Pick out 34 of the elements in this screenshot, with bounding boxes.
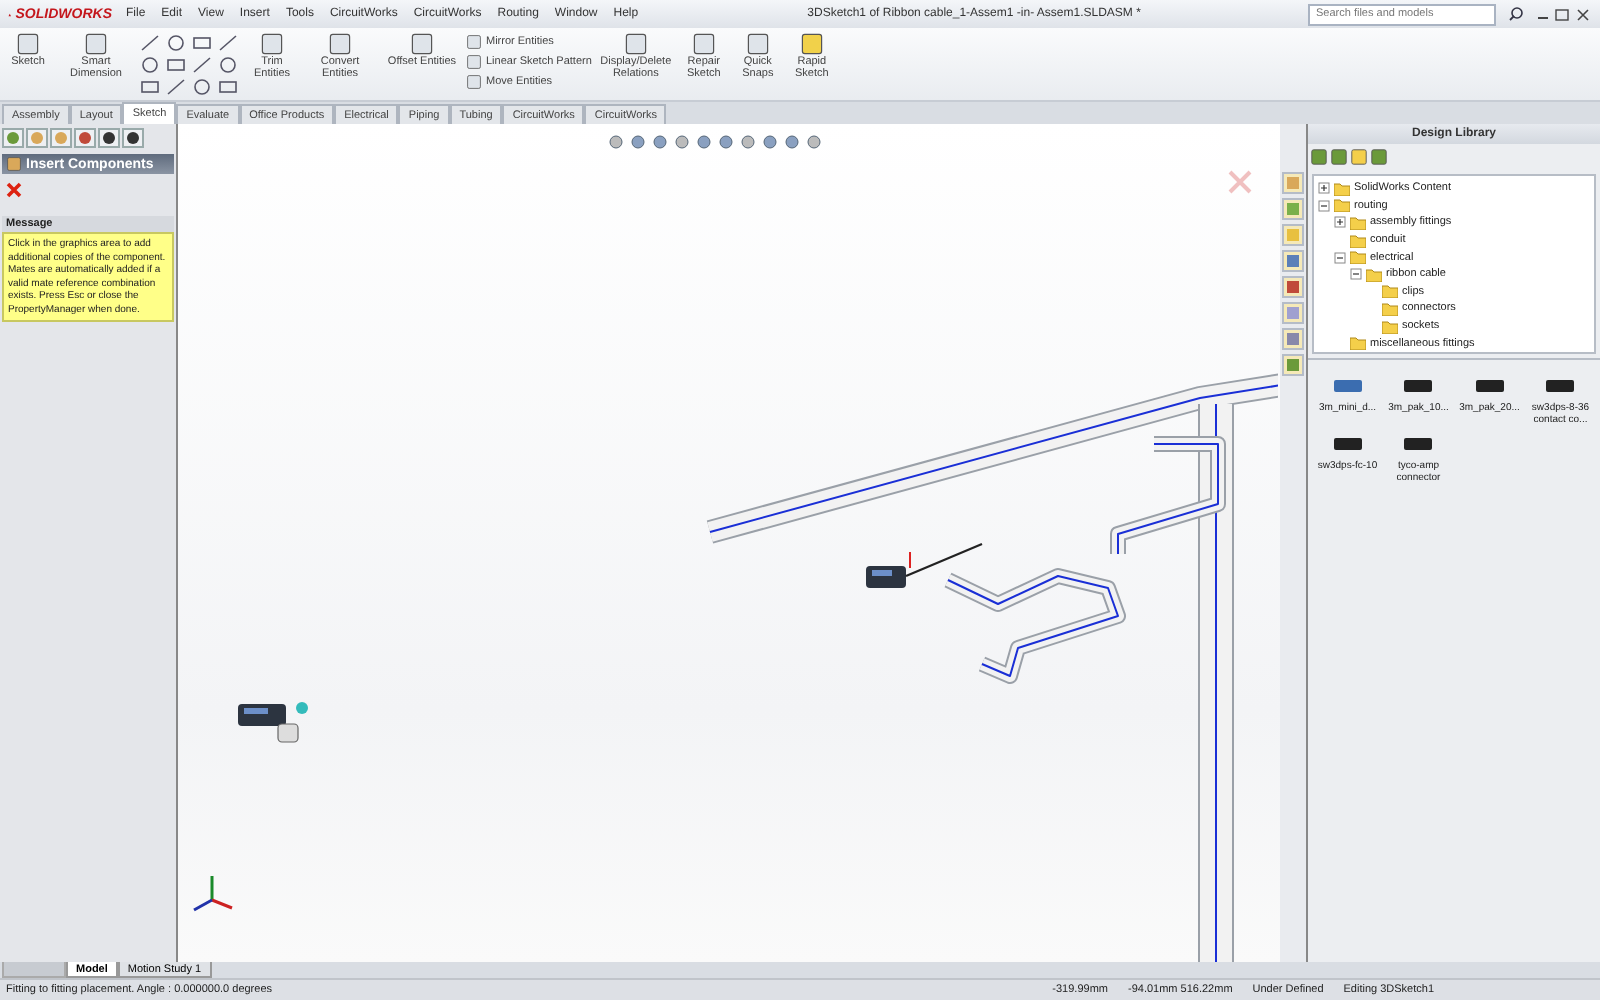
tool-icon (260, 32, 284, 56)
collapse-icon[interactable] (1350, 268, 1362, 281)
search-icon[interactable] (1508, 6, 1524, 22)
component-drawing (238, 702, 308, 743)
connector-thumbnail[interactable] (1402, 376, 1435, 396)
connector-thumbnail[interactable] (1473, 376, 1506, 396)
task-pane-tab[interactable] (1282, 328, 1304, 350)
panel-tab-icon[interactable] (98, 128, 120, 148)
tool-icon (745, 32, 770, 56)
connector-thumbnail[interactable] (1544, 376, 1577, 396)
tool-icon (16, 32, 40, 56)
component-icon (6, 156, 22, 172)
task-pane-tab[interactable] (1282, 276, 1304, 298)
tool-icon (328, 32, 352, 56)
close-icon[interactable] (6, 182, 22, 198)
connector-drawing (866, 542, 983, 588)
connector-thumbnail[interactable] (1402, 434, 1435, 454)
panel-tab-icon[interactable] (122, 128, 144, 148)
tool-icon (623, 32, 648, 56)
collapse-icon[interactable] (1334, 251, 1346, 264)
expand-icon[interactable] (1318, 182, 1330, 195)
expand-icon[interactable] (1334, 216, 1346, 229)
window-controls-icon[interactable] (1536, 7, 1592, 21)
axis-triad-icon (193, 876, 233, 912)
collapse-icon[interactable] (1318, 199, 1330, 212)
connector-thumbnail[interactable] (1331, 434, 1364, 454)
task-pane-tab[interactable] (1282, 354, 1304, 376)
connector-thumbnail[interactable] (1331, 376, 1364, 396)
tool-icon (691, 32, 716, 56)
tool-icon (799, 32, 824, 56)
close-mark-icon (1228, 170, 1252, 194)
task-pane-tab[interactable] (1282, 250, 1304, 272)
tool-icon (410, 32, 434, 56)
tool-icon (84, 32, 108, 56)
